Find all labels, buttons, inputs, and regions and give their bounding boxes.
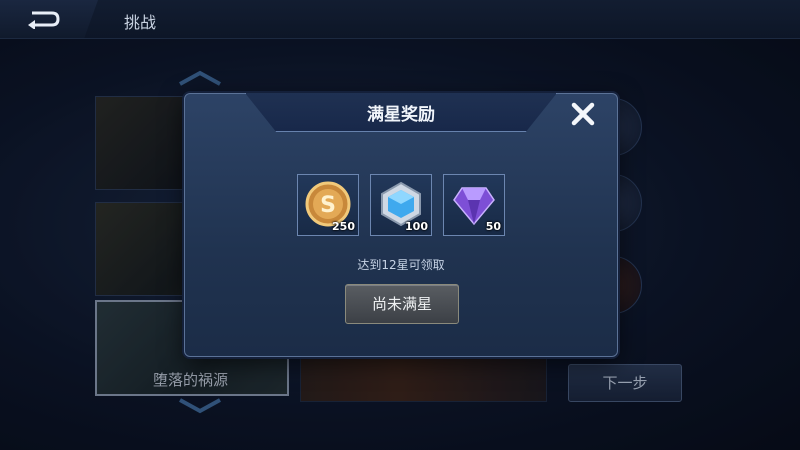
full-star-reward-dialog: 满星奖励 S 250 100 50 达到12星可领取 尚未满星	[184, 93, 618, 357]
reward-quantity: 50	[485, 220, 501, 233]
back-arrow-icon	[28, 11, 60, 29]
not-full-star-button[interactable]: 尚未满星	[345, 284, 459, 324]
page-title: 挑战	[124, 13, 157, 32]
reward-list: S 250 100 50	[297, 174, 507, 238]
svg-text:S: S	[320, 193, 336, 218]
dialog-title: 满星奖励	[367, 105, 435, 125]
top-bar: 挑战	[0, 0, 800, 39]
close-icon[interactable]	[569, 100, 597, 128]
reward-item[interactable]: 50	[443, 174, 505, 236]
reward-item[interactable]: 100	[370, 174, 432, 236]
reward-item[interactable]: S 250	[297, 174, 359, 236]
reward-quantity: 250	[332, 220, 355, 233]
reward-quantity: 100	[405, 220, 428, 233]
back-button[interactable]	[0, 0, 98, 38]
claim-hint-text: 达到12星可领取	[357, 258, 445, 272]
